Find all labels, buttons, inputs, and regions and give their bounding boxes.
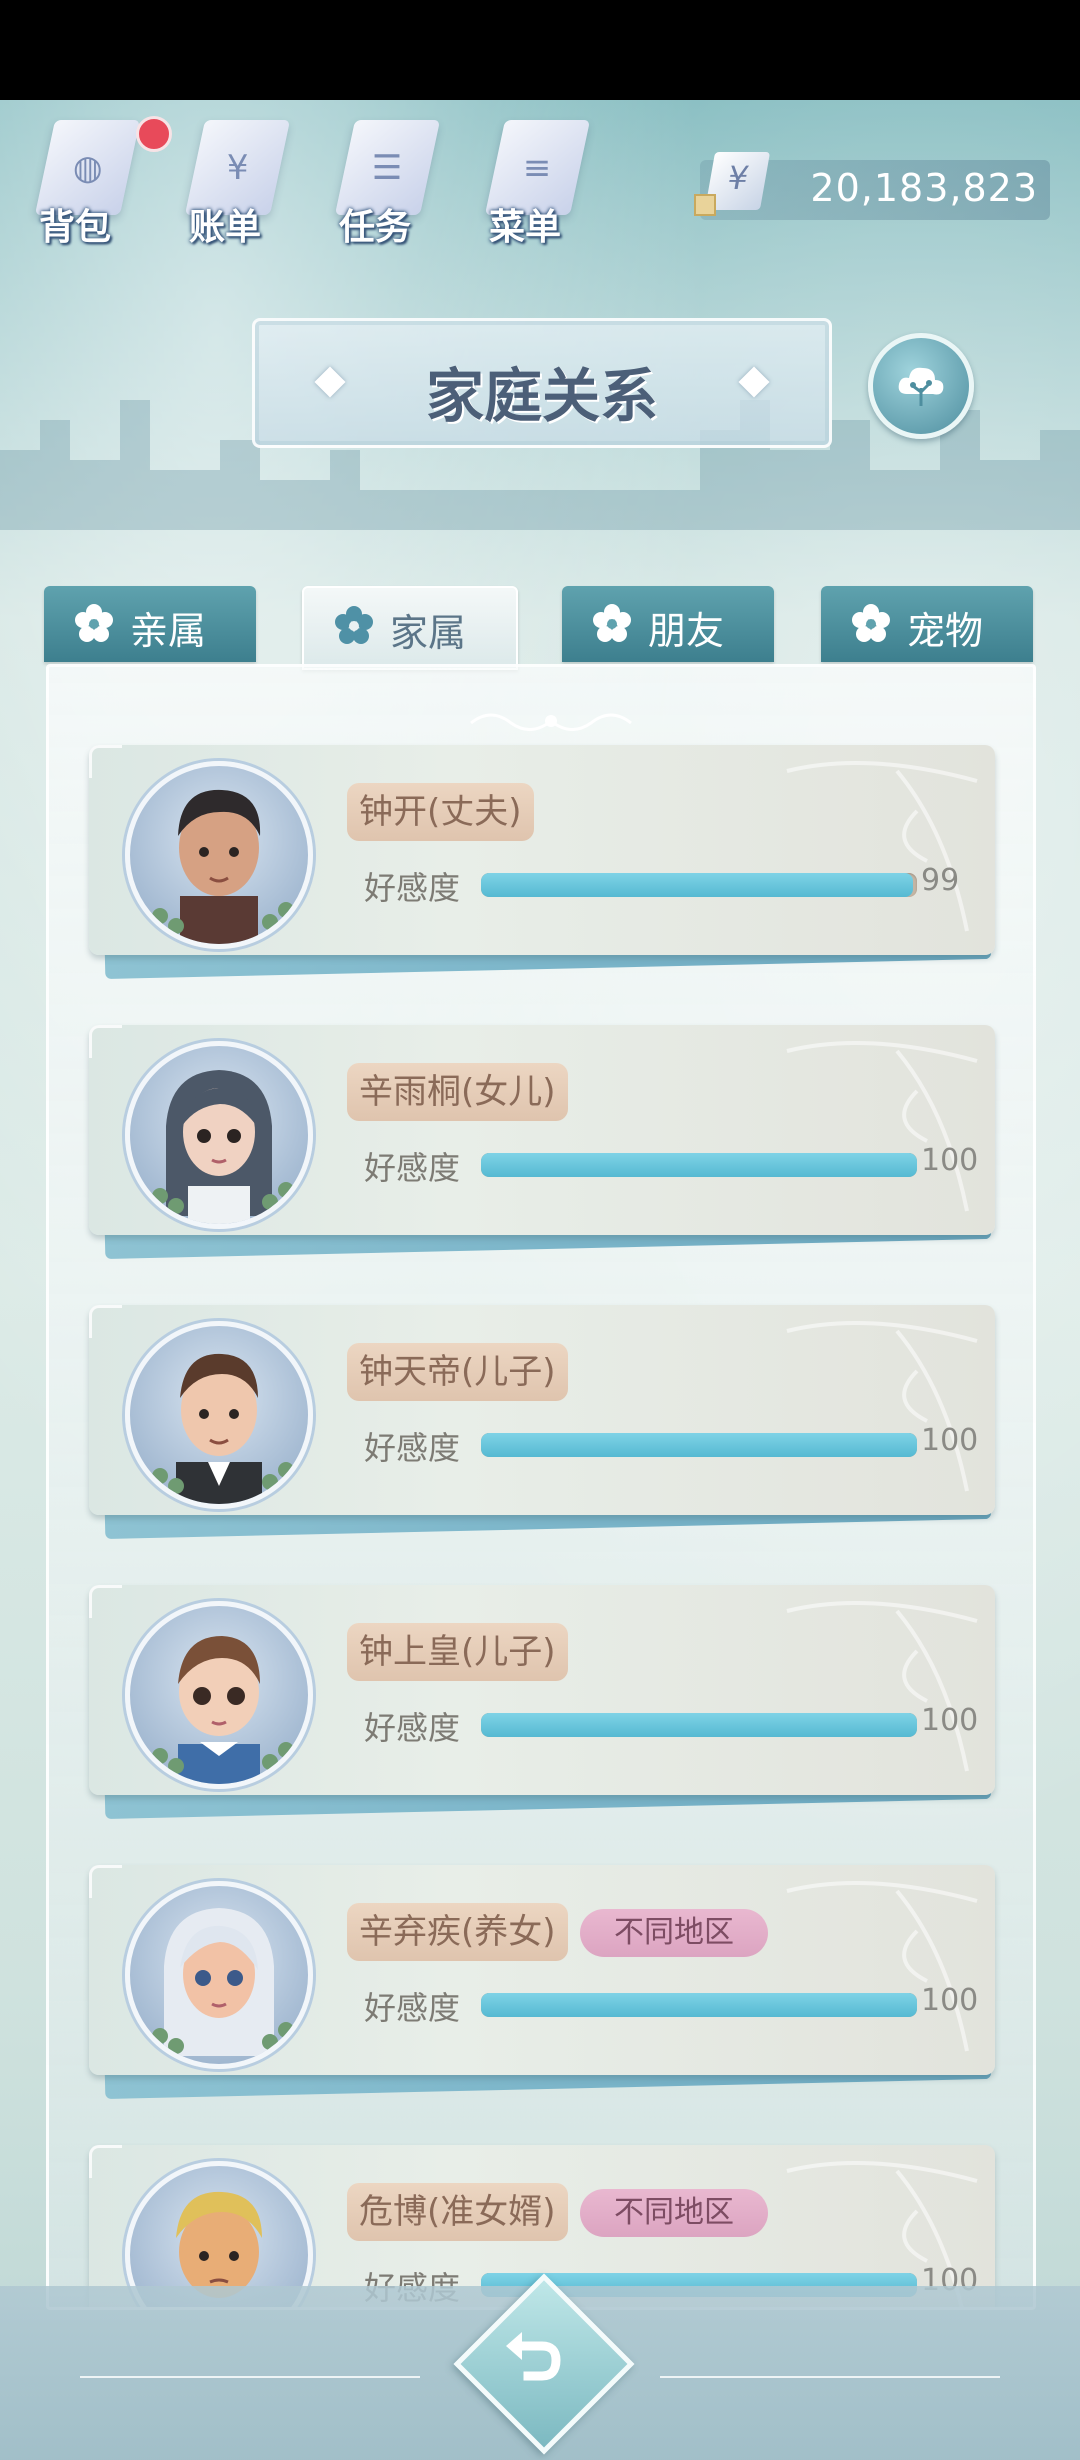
- avatar[interactable]: [125, 1881, 313, 2069]
- money-display: ¥ 20,183,823: [694, 152, 1050, 220]
- tab-pets[interactable]: 宠物: [821, 586, 1033, 662]
- flourish-decoration: [786, 1041, 978, 1212]
- affection-fill: [481, 1153, 917, 1177]
- affection-label: 好感度: [364, 1149, 461, 1187]
- tab-label: 家属: [390, 611, 467, 655]
- card-body: 辛雨桐(女儿) 好感度 100: [89, 1025, 995, 1235]
- avatar-image: [152, 1070, 294, 1224]
- flower-icon: [852, 604, 890, 642]
- flower-icon: [75, 604, 113, 642]
- tab-label: 朋友: [648, 609, 725, 653]
- money-amount: 20,183,823: [810, 166, 1038, 210]
- return-arrow-icon: [488, 2310, 588, 2410]
- flower-icon: [335, 606, 373, 644]
- affection-label: 好感度: [364, 1429, 461, 1467]
- tab-label: 亲属: [130, 609, 207, 653]
- avatar-image: [152, 1908, 294, 2056]
- tab-friends[interactable]: 朋友: [562, 586, 774, 662]
- status-bar: [0, 0, 1080, 100]
- card-body: 辛弃疾(养女) 不同地区 好感度 100: [89, 1865, 995, 2075]
- decorative-line: [80, 2376, 420, 2378]
- page-title-frame: 家庭关系: [252, 318, 832, 448]
- flower-icon: [593, 604, 631, 642]
- flourish-decoration: [786, 1601, 978, 1772]
- menu-label: 账单: [188, 207, 261, 248]
- affection-bar: [481, 1993, 917, 2017]
- affection-fill: [481, 1433, 917, 1457]
- family-list-panel[interactable]: 钟开(丈夫) 好感度 99 辛雨桐(女儿) 好感度 100 钟天帝(儿子) 好感…: [46, 664, 1036, 2310]
- menu-label: 菜单: [488, 207, 561, 248]
- card-body: 钟开(丈夫) 好感度 99: [89, 745, 995, 955]
- card-body: 钟天帝(儿子) 好感度 100: [89, 1305, 995, 1515]
- tab-relatives[interactable]: 亲属: [44, 586, 256, 662]
- affection-value: 100: [921, 1703, 979, 1738]
- affection-fill: [481, 873, 913, 897]
- affection-bar: [481, 1153, 917, 1177]
- tab-label: 宠物: [907, 609, 984, 653]
- affection-label: 好感度: [364, 1989, 461, 2027]
- avatar-image: [152, 1353, 294, 1504]
- member-name: 辛弃疾(养女): [347, 1903, 568, 1961]
- avatar[interactable]: [125, 1601, 313, 1789]
- avatar-image: [152, 789, 294, 944]
- avatar[interactable]: [125, 1321, 313, 1509]
- menu-task[interactable]: ☰ 任务: [320, 110, 450, 250]
- notification-dot: [136, 116, 172, 152]
- ornament-icon: [470, 713, 632, 731]
- coin-icon: [694, 194, 716, 216]
- avatar[interactable]: [125, 1041, 313, 1229]
- affection-value: 100: [921, 1983, 979, 2018]
- decorative-line: [660, 2376, 1000, 2378]
- affection-fill: [481, 1993, 917, 2017]
- member-name: 钟天帝(儿子): [347, 1343, 568, 1401]
- member-card[interactable]: 钟开(丈夫) 好感度 99: [89, 745, 995, 980]
- member-card[interactable]: 钟天帝(儿子) 好感度 100: [89, 1305, 995, 1540]
- member-name: 钟上皇(儿子): [347, 1623, 568, 1681]
- affection-bar: [481, 873, 917, 897]
- affection-label: 好感度: [364, 1709, 461, 1747]
- page-title: 家庭关系: [425, 362, 658, 430]
- region-tag: 不同地区: [580, 1909, 768, 1957]
- menu-bill[interactable]: ¥ 账单: [170, 110, 300, 250]
- menu-backpack[interactable]: ◍ 背包: [20, 110, 150, 250]
- family-tree-button[interactable]: [868, 333, 974, 439]
- affection-label: 好感度: [364, 869, 461, 907]
- family-tree-icon: [898, 367, 944, 406]
- affection-value: 100: [921, 1143, 979, 1178]
- menu-label: 任务: [338, 207, 411, 248]
- flourish-decoration: [786, 1321, 978, 1492]
- member-card[interactable]: 辛弃疾(养女) 不同地区 好感度 100: [89, 1865, 995, 2100]
- flourish-decoration: [786, 1881, 978, 2052]
- member-card[interactable]: 钟上皇(儿子) 好感度 100: [89, 1585, 995, 1820]
- member-name: 辛雨桐(女儿): [347, 1063, 568, 1121]
- affection-value: 100: [921, 1423, 979, 1458]
- card-body: 钟上皇(儿子) 好感度 100: [89, 1585, 995, 1795]
- menu-label: 背包: [38, 207, 111, 248]
- avatar-image: [152, 1636, 294, 1784]
- affection-value: 99: [921, 863, 960, 898]
- member-card[interactable]: 辛雨桐(女儿) 好感度 100: [89, 1025, 995, 1260]
- region-tag: 不同地区: [580, 2189, 768, 2237]
- affection-fill: [481, 1713, 917, 1737]
- flourish-decoration: [786, 761, 978, 932]
- tab-family[interactable]: 家属: [302, 586, 518, 670]
- menu-menu[interactable]: ≡ 菜单: [470, 110, 600, 250]
- affection-bar: [481, 1433, 917, 1457]
- affection-bar: [481, 1713, 917, 1737]
- member-name: 钟开(丈夫): [347, 783, 534, 841]
- member-name: 危博(准女婿): [347, 2183, 568, 2241]
- avatar[interactable]: [125, 761, 313, 949]
